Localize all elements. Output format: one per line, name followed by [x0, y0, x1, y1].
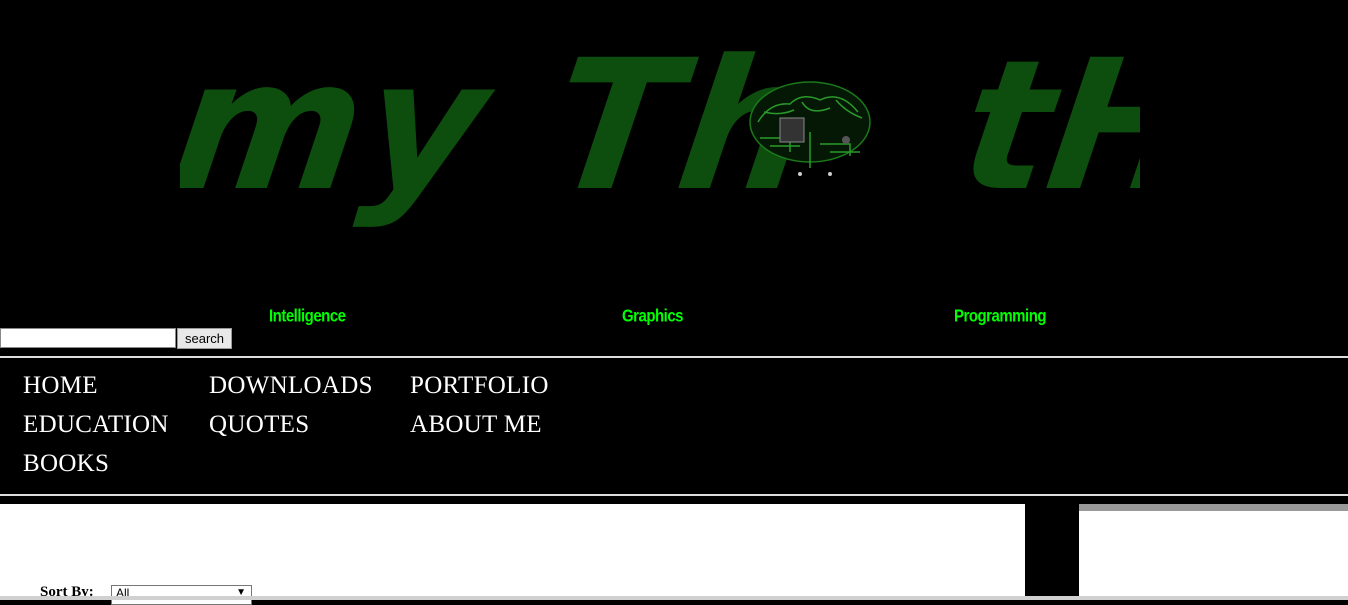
- search-button[interactable]: search: [177, 328, 232, 349]
- site-logo[interactable]: my Th tH: [180, 20, 1140, 250]
- nav-quotes[interactable]: QUOTES: [209, 411, 309, 439]
- site-header: my Th tH Intelligence Graphics Programmi…: [0, 0, 1348, 326]
- sidebar-top-border: [1079, 504, 1348, 511]
- main-navigation: HOME DOWNLOADS PORTFOLIO EDUCATION QUOTE…: [0, 360, 1348, 492]
- nav-about-me[interactable]: ABOUT ME: [410, 411, 542, 439]
- nav-education[interactable]: EDUCATION: [23, 411, 169, 439]
- nav-home[interactable]: HOME: [23, 372, 98, 400]
- nav-bottom-divider: [0, 494, 1348, 496]
- tagline-intelligence: Intelligence: [269, 306, 346, 327]
- horizontal-scrollbar[interactable]: [0, 596, 1348, 600]
- logo-text-right: tH: [950, 21, 1140, 231]
- search-input[interactable]: [0, 328, 176, 348]
- tagline-programming: Programming: [954, 306, 1047, 327]
- logo-text-left: my Th: [180, 21, 828, 231]
- nav-portfolio[interactable]: PORTFOLIO: [410, 372, 549, 400]
- sort-by-select[interactable]: All ▼: [111, 585, 252, 605]
- tagline-graphics: Graphics: [622, 306, 684, 327]
- nav-books[interactable]: BOOKS: [23, 450, 109, 478]
- sidebar-panel: [1079, 504, 1348, 600]
- nav-top-divider: [0, 356, 1348, 358]
- main-content: Sort By: All ▼: [0, 504, 1025, 605]
- nav-downloads[interactable]: DOWNLOADS: [209, 372, 373, 400]
